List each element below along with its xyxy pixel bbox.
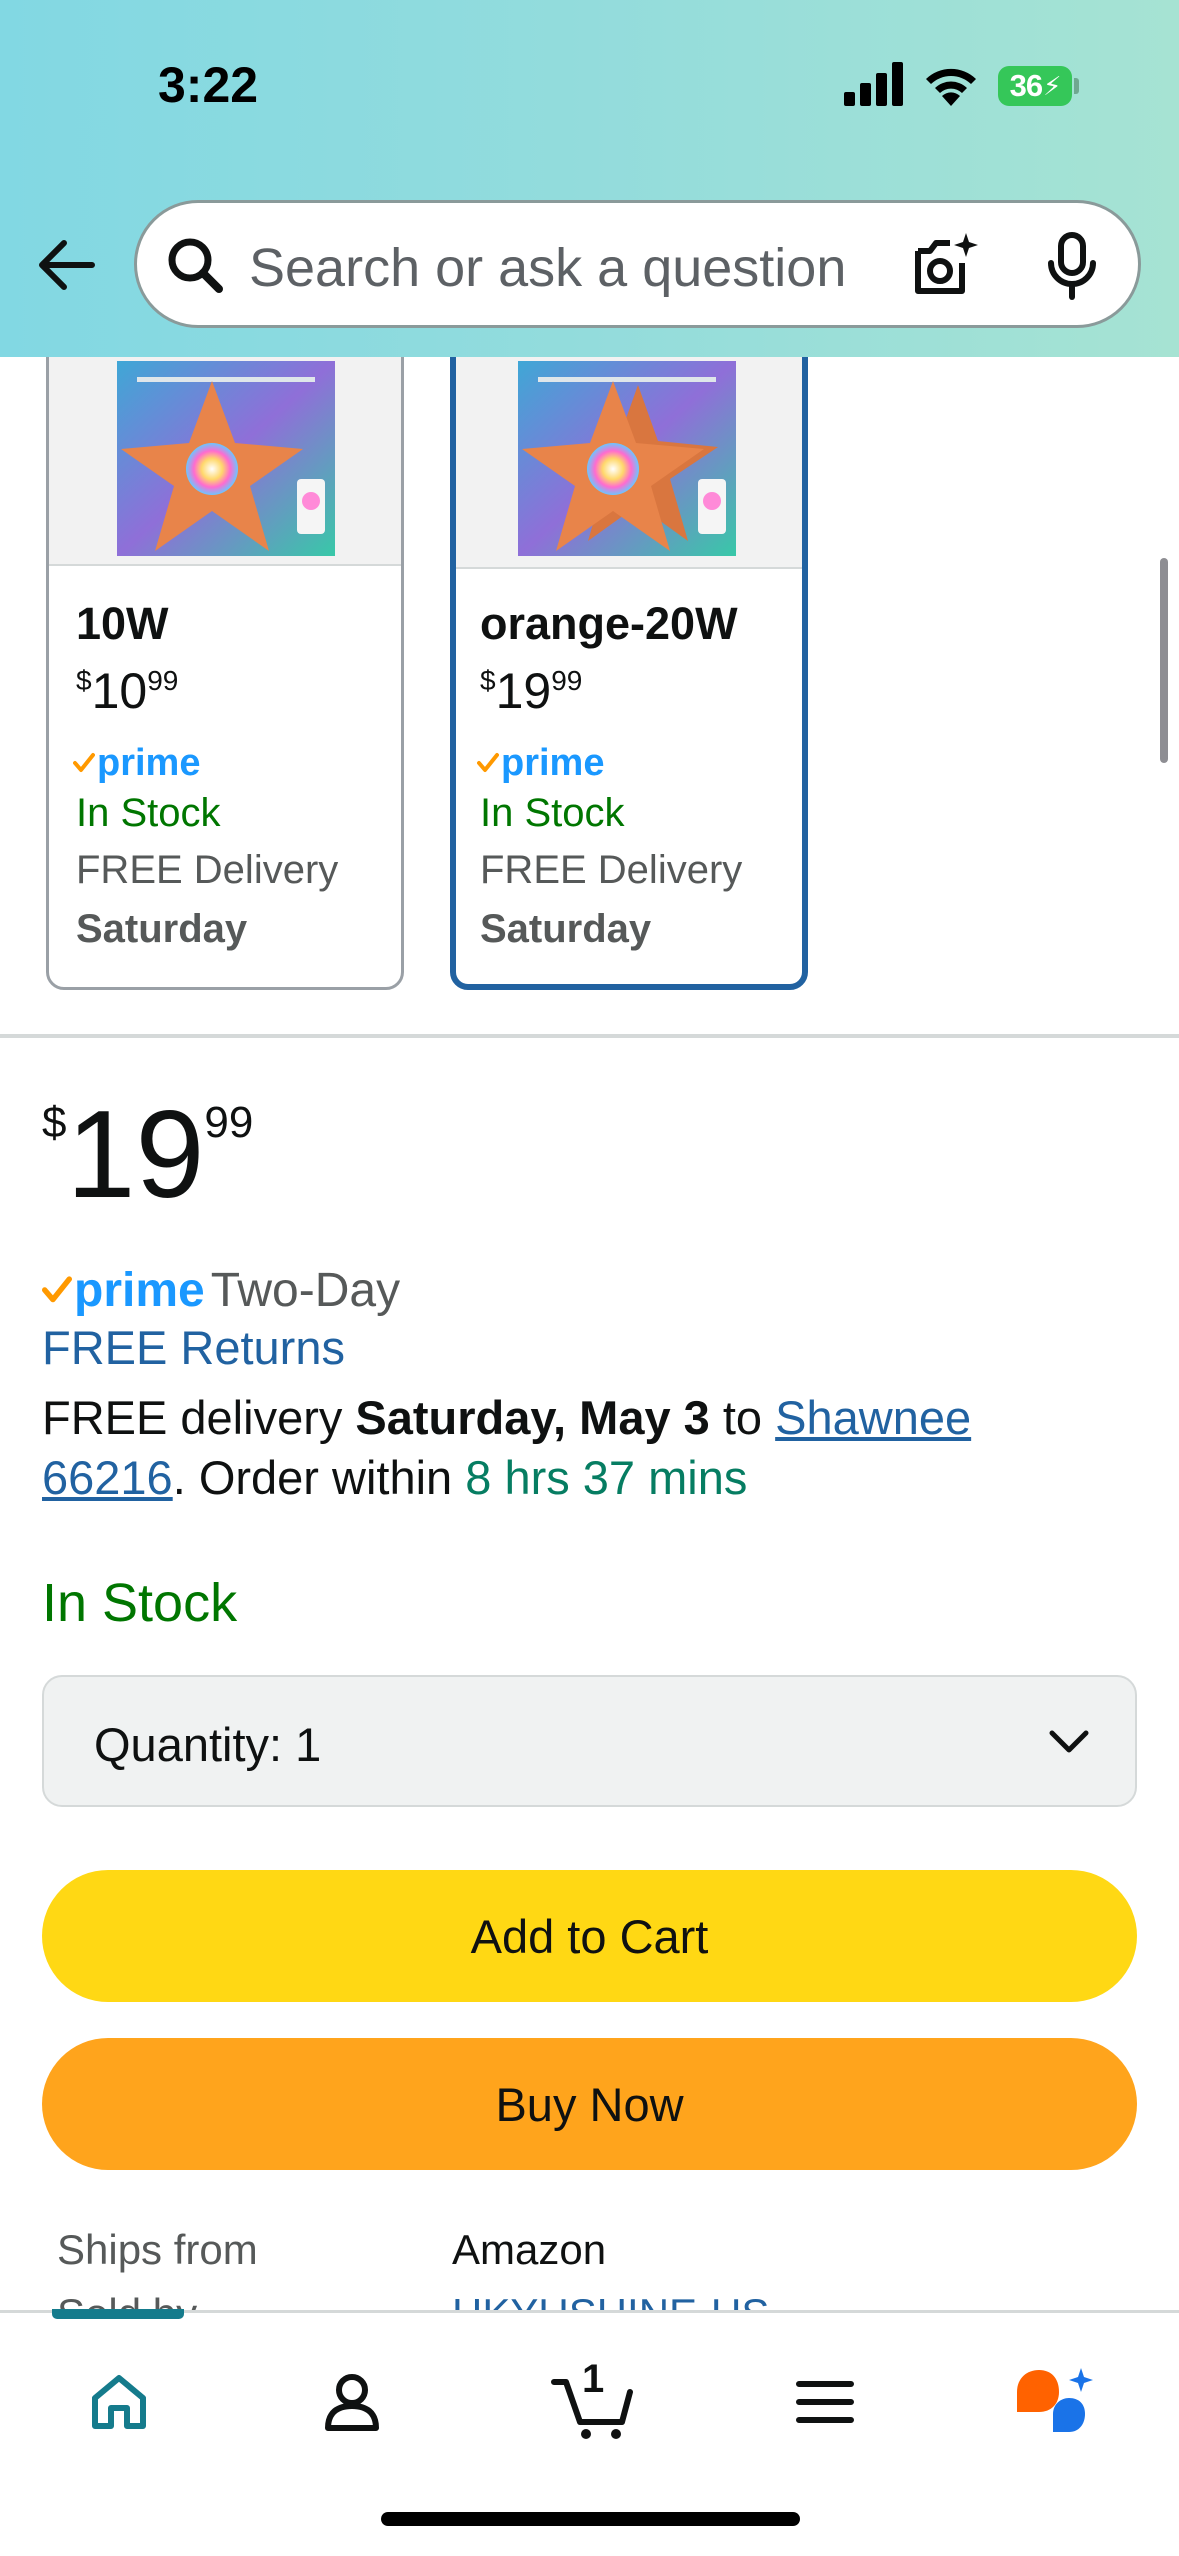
tab-cart[interactable]: 1 xyxy=(534,2347,654,2457)
product-thumbnail xyxy=(518,361,736,556)
quantity-label: Quantity: xyxy=(94,1718,283,1771)
cart-count-badge: 1 xyxy=(582,2357,605,2401)
camera-lens-icon[interactable] xyxy=(910,229,982,301)
section-divider xyxy=(0,1034,1179,1038)
prime-check-icon xyxy=(42,1276,72,1303)
back-arrow-icon[interactable] xyxy=(34,233,98,297)
variant-stock: In Stock xyxy=(76,791,221,835)
variant-card-10w[interactable]: 10W $1099 prime In Stock FREE Delivery S… xyxy=(46,310,404,990)
delivery-prefix: FREE delivery xyxy=(42,1391,356,1444)
prime-two-day-badge: prime Two-Day xyxy=(42,1262,400,1318)
variant-delivery-day: Saturday xyxy=(480,907,652,951)
prime-badge: prime xyxy=(477,741,604,785)
microphone-icon[interactable] xyxy=(1037,231,1107,301)
variant-delivery-day: Saturday xyxy=(76,907,248,951)
delivery-location-link[interactable]: Shawnee xyxy=(775,1391,971,1444)
quantity-text: Quantity: 1 xyxy=(94,1717,321,1772)
battery-indicator: 36 ⚡ xyxy=(998,66,1072,106)
price-whole: 10 xyxy=(91,663,148,719)
home-indicator-bar[interactable] xyxy=(381,2512,800,2526)
charging-bolt-icon: ⚡ xyxy=(1043,70,1061,101)
delivery-info: FREE delivery Saturday, May 3 to Shawnee xyxy=(42,1390,971,1445)
status-time: 3:22 xyxy=(158,57,259,113)
prime-label: prime xyxy=(501,741,605,784)
search-bar[interactable]: Search or ask a question xyxy=(134,200,1141,328)
variant-delivery: FREE Delivery xyxy=(480,848,743,892)
tab-rufus-assistant[interactable] xyxy=(1000,2347,1110,2457)
prime-check-icon xyxy=(477,753,499,772)
product-price: $1999 xyxy=(42,1090,253,1220)
delivery-info-continued: 66216. Order within 8 hrs 37 mins xyxy=(42,1450,747,1505)
delivery-zip-link[interactable]: 66216 xyxy=(42,1451,173,1504)
variant-price: $1999 xyxy=(480,663,582,719)
add-to-cart-button[interactable]: Add to Cart xyxy=(42,1870,1137,2002)
search-input[interactable]: Search or ask a question xyxy=(249,237,846,299)
price-cents: 99 xyxy=(147,665,179,696)
quantity-dropdown[interactable]: Quantity: 1 xyxy=(42,1675,1137,1807)
menu-icon xyxy=(796,2381,854,2423)
prime-check-icon xyxy=(73,753,95,772)
price-symbol: $ xyxy=(76,665,92,696)
variant-price: $1099 xyxy=(76,663,178,719)
prime-label: prime xyxy=(97,741,201,784)
prime-shipping-speed: Two-Day xyxy=(210,1263,401,1317)
cellular-signal-icon xyxy=(844,62,903,106)
prime-label: prime xyxy=(74,1263,205,1317)
tab-account[interactable] xyxy=(297,2347,407,2457)
battery-nub xyxy=(1074,78,1079,94)
price-symbol: $ xyxy=(480,665,496,696)
price-cents: 99 xyxy=(551,665,583,696)
active-tab-indicator xyxy=(52,2309,184,2319)
ships-from-value: Amazon xyxy=(452,2226,607,2273)
chevron-down-icon xyxy=(1049,1730,1089,1753)
price-symbol: $ xyxy=(42,1098,67,1147)
order-within-prefix: . Order within xyxy=(172,1451,466,1504)
ships-from-label: Ships from xyxy=(57,2226,258,2273)
sold-by-seller-link[interactable]: HKYUSHINE-US xyxy=(452,2290,769,2312)
delivery-date: Saturday, May 3 xyxy=(355,1391,710,1444)
quantity-value: 1 xyxy=(295,1718,322,1771)
stock-status: In Stock xyxy=(42,1573,238,1633)
variant-card-orange-20w[interactable]: orange-20W $1999 prime In Stock FREE Del… xyxy=(450,310,808,990)
prime-badge: prime xyxy=(73,741,200,785)
scroll-indicator[interactable] xyxy=(1160,558,1168,763)
wifi-icon xyxy=(926,68,976,106)
variant-name: 10W xyxy=(76,598,169,649)
price-whole: 19 xyxy=(495,663,552,719)
variant-delivery: FREE Delivery xyxy=(76,848,339,892)
free-returns-link[interactable]: FREE Returns xyxy=(42,1320,345,1375)
order-countdown: 8 hrs 37 mins xyxy=(465,1451,748,1504)
price-cents: 99 xyxy=(204,1098,254,1147)
delivery-to: to xyxy=(709,1391,776,1444)
account-icon xyxy=(325,2374,379,2431)
variant-stock: In Stock xyxy=(480,791,625,835)
variant-name: orange-20W xyxy=(480,598,738,649)
rufus-ai-icon xyxy=(1017,2368,1093,2432)
home-icon xyxy=(92,2375,146,2429)
price-whole: 19 xyxy=(66,1086,205,1224)
tab-menu[interactable] xyxy=(770,2347,880,2457)
app-header: 3:22 36 ⚡ Search or ask a question xyxy=(0,0,1179,357)
product-thumbnail xyxy=(117,361,335,556)
buy-now-button[interactable]: Buy Now xyxy=(42,2038,1137,2170)
search-icon xyxy=(168,238,223,293)
tab-home[interactable] xyxy=(64,2347,174,2457)
battery-level: 36 xyxy=(1009,68,1043,103)
